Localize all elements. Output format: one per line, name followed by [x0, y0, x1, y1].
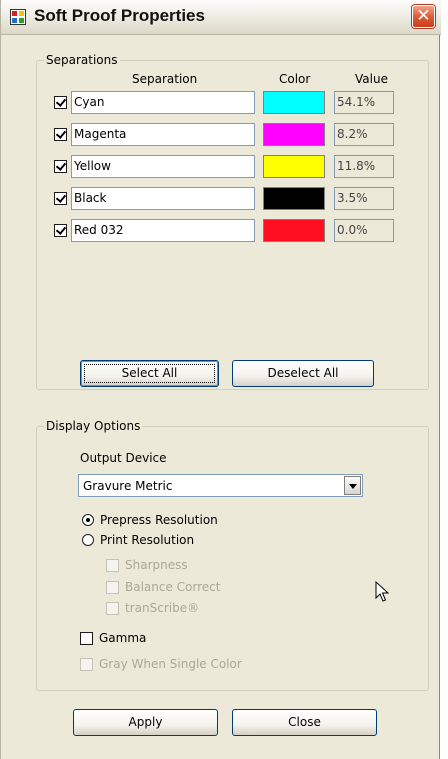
separation-row: Magenta 8.2% — [52, 123, 417, 146]
separation-color-swatch[interactable] — [263, 123, 325, 146]
separation-name-field[interactable]: Cyan — [71, 91, 255, 114]
separation-row: Red 032 0.0% — [52, 219, 417, 242]
app-icon — [10, 9, 26, 25]
separation-row: Black 3.5% — [52, 187, 417, 210]
gray-single-color-checkbox[interactable] — [80, 658, 93, 671]
print-resolution-label[interactable]: Print Resolution — [100, 533, 194, 547]
transcribe-checkbox[interactable] — [106, 602, 119, 615]
deselect-all-button[interactable]: Deselect All — [232, 360, 374, 387]
mouse-pointer-icon — [375, 581, 389, 602]
close-icon: ✕ — [416, 6, 431, 26]
separations-group-label: Separations — [44, 53, 120, 67]
separation-name-field[interactable]: Yellow — [71, 155, 255, 178]
gray-single-color-label: Gray When Single Color — [99, 657, 242, 671]
separation-color-swatch[interactable] — [263, 91, 325, 114]
window-close-button[interactable]: ✕ — [412, 5, 435, 28]
separation-row: Yellow 11.8% — [52, 155, 417, 178]
output-device-select[interactable]: Gravure Metric — [78, 474, 363, 497]
gamma-label[interactable]: Gamma — [99, 631, 146, 645]
gamma-checkbox[interactable] — [80, 632, 93, 645]
separation-color-swatch[interactable] — [263, 219, 325, 242]
prepress-resolution-radio[interactable] — [82, 514, 94, 526]
separation-name-field[interactable]: Magenta — [71, 123, 255, 146]
close-label: Close — [288, 715, 321, 729]
apply-label: Apply — [128, 715, 163, 729]
display-options-group: Display Options — [36, 419, 429, 691]
separation-color-swatch[interactable] — [263, 155, 325, 178]
separation-enabled-checkbox[interactable] — [54, 224, 67, 237]
print-resolution-radio[interactable] — [82, 534, 94, 546]
prepress-resolution-label[interactable]: Prepress Resolution — [100, 513, 218, 527]
separation-row: Cyan 54.1% — [52, 91, 417, 114]
select-all-button[interactable]: Select All — [80, 360, 219, 387]
output-device-value: Gravure Metric — [83, 479, 173, 493]
separation-value-field: 0.0% — [334, 219, 394, 242]
window-title: Soft Proof Properties — [34, 6, 205, 25]
separation-value-field: 8.2% — [334, 123, 394, 146]
color-column-header: Color — [279, 72, 311, 86]
separation-name-field[interactable]: Red 032 — [71, 219, 255, 242]
balance-correct-checkbox[interactable] — [106, 581, 119, 594]
separation-enabled-checkbox[interactable] — [54, 160, 67, 173]
separation-value-field: 54.1% — [334, 91, 394, 114]
display-options-group-label: Display Options — [44, 419, 143, 433]
separation-enabled-checkbox[interactable] — [54, 192, 67, 205]
sharpness-checkbox[interactable] — [106, 559, 119, 572]
apply-button[interactable]: Apply — [73, 709, 218, 736]
separation-enabled-checkbox[interactable] — [54, 128, 67, 141]
soft-proof-dialog: Soft Proof Properties ✕ Separations Sepa… — [0, 0, 441, 759]
separation-name-field[interactable]: Black — [71, 187, 255, 210]
sharpness-label: Sharpness — [125, 558, 188, 572]
title-bar[interactable]: Soft Proof Properties ✕ — [1, 0, 441, 35]
value-column-header: Value — [355, 72, 388, 86]
separation-value-field: 11.8% — [334, 155, 394, 178]
close-button[interactable]: Close — [232, 709, 377, 736]
chevron-down-icon[interactable] — [344, 476, 361, 495]
separation-enabled-checkbox[interactable] — [54, 96, 67, 109]
separation-column-header: Separation — [132, 72, 198, 86]
balance-correct-label: Balance Correct — [125, 580, 221, 594]
output-device-label: Output Device — [80, 451, 167, 465]
deselect-all-label: Deselect All — [267, 366, 339, 380]
transcribe-label: tranScribe® — [125, 601, 200, 615]
separation-color-swatch[interactable] — [263, 187, 325, 210]
focus-ring — [84, 364, 215, 383]
separation-value-field: 3.5% — [334, 187, 394, 210]
